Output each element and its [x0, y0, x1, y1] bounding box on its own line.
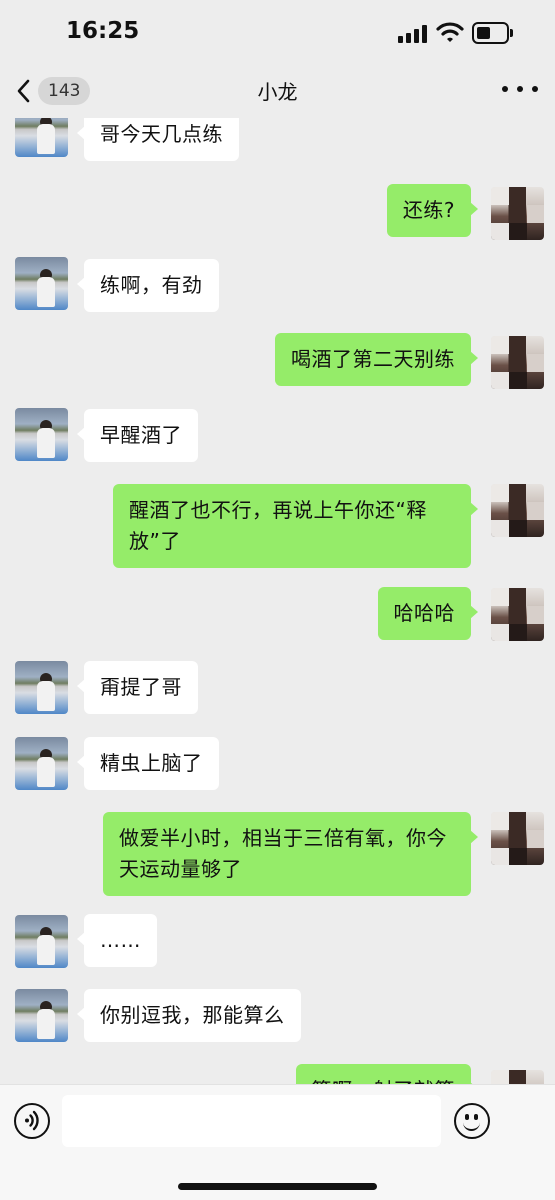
message-bubble[interactable]: 喝酒了第二天别练: [275, 333, 478, 386]
message-bubble[interactable]: 哥今天几点练: [77, 118, 239, 161]
message-input[interactable]: [62, 1095, 441, 1147]
message-bubble[interactable]: 早醒酒了: [77, 409, 198, 462]
self-avatar[interactable]: [491, 588, 544, 641]
friend-avatar[interactable]: [15, 989, 68, 1042]
self-avatar[interactable]: [491, 484, 544, 537]
voice-icon: [25, 1110, 39, 1131]
battery-icon: [472, 22, 514, 44]
message-bubble[interactable]: 甭提了哥: [77, 661, 198, 714]
message-bubble[interactable]: 练啊，有劲: [77, 259, 219, 312]
self-avatar[interactable]: [491, 1070, 544, 1084]
message-bubble[interactable]: 精虫上脑了: [77, 737, 219, 790]
wifi-icon: [436, 22, 464, 42]
voice-button[interactable]: [14, 1103, 50, 1139]
chat-screen: 16:25 143 小龙 哥今天几点练 还练? 练啊，有劲 喝酒了第二天别练 早…: [0, 0, 555, 1200]
signal-icon: [398, 25, 428, 43]
input-bar: [0, 1084, 555, 1200]
self-avatar[interactable]: [491, 812, 544, 865]
message-bubble[interactable]: 做爱半小时，相当于三倍有氧，你今天运动量够了: [103, 812, 478, 896]
home-indicator: [178, 1183, 377, 1190]
message-bubble[interactable]: 醒酒了也不行，再说上午你还“释放”了: [113, 484, 478, 568]
friend-avatar[interactable]: [15, 661, 68, 714]
self-avatar[interactable]: [491, 187, 544, 240]
message-bubble[interactable]: ……: [77, 914, 157, 967]
more-button[interactable]: [502, 76, 538, 102]
friend-avatar[interactable]: [15, 118, 68, 157]
friend-avatar[interactable]: [15, 408, 68, 461]
message-bubble[interactable]: 你别逗我，那能算么: [77, 989, 301, 1042]
friend-avatar[interactable]: [15, 915, 68, 968]
nav-bar: 143 小龙: [0, 62, 555, 118]
emoji-button[interactable]: [454, 1103, 490, 1139]
message-list[interactable]: 哥今天几点练 还练? 练啊，有劲 喝酒了第二天别练 早醒酒了 醒酒了也不行，再说…: [0, 118, 555, 1084]
chat-title: 小龙: [257, 80, 298, 104]
message-bubble[interactable]: 算啊，射了就算: [295, 1064, 478, 1084]
message-bubble[interactable]: 哈哈哈: [377, 587, 478, 640]
status-time: 16:25: [66, 18, 140, 44]
self-avatar[interactable]: [491, 336, 544, 389]
message-bubble[interactable]: 还练?: [386, 184, 479, 237]
status-bar: 16:25: [0, 0, 555, 62]
friend-avatar[interactable]: [15, 257, 68, 310]
friend-avatar[interactable]: [15, 737, 68, 790]
more-dots-icon: [502, 86, 508, 92]
